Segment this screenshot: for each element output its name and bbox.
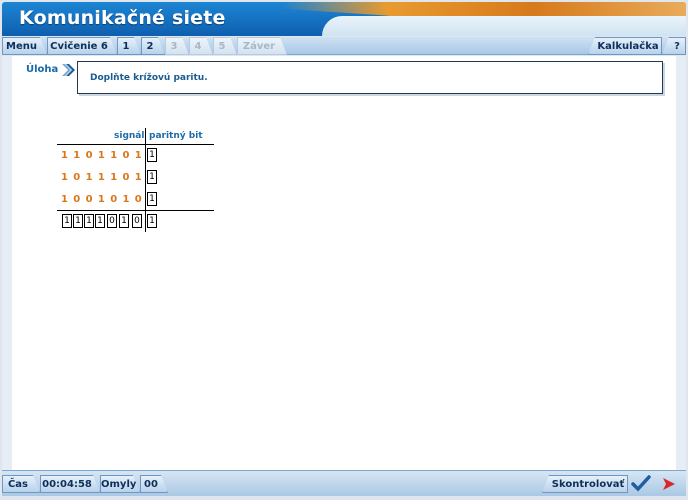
step-5-button[interactable]: 5 xyxy=(213,37,237,55)
bit: 1 xyxy=(97,194,105,205)
parity-header: paritný bit xyxy=(149,131,203,141)
exercise-button[interactable]: Cvičenie 6 xyxy=(47,37,117,55)
time-value: 00:04:58 xyxy=(40,475,100,493)
column-parity-input-6[interactable]: 1 xyxy=(119,214,129,228)
step-1-button[interactable]: 1 xyxy=(117,37,141,55)
step-2-button[interactable]: 2 xyxy=(141,37,165,55)
bit: 1 xyxy=(61,194,68,205)
task-box: Doplňte krížovú paritu. xyxy=(77,61,663,94)
chevron-right-icon xyxy=(62,64,75,76)
bit: 1 xyxy=(134,150,142,161)
bit: 0 xyxy=(85,194,93,205)
step-4-button[interactable]: 4 xyxy=(189,37,213,55)
errors-label: Omyly xyxy=(100,475,140,493)
title-band xyxy=(322,16,686,36)
bit: 1 xyxy=(134,172,142,183)
title-bar: Komunikačné siete xyxy=(2,2,686,36)
task-text: Doplňte krížovú paritu. xyxy=(90,73,208,83)
column-parity-input-1[interactable]: 1 xyxy=(62,214,72,228)
errors-value: 00 xyxy=(140,475,168,493)
bit: 0 xyxy=(73,194,81,205)
bit: 1 xyxy=(97,150,105,161)
column-parity-input-3[interactable]: 1 xyxy=(84,214,94,228)
bit: 1 xyxy=(61,172,68,183)
bit: 1 xyxy=(110,150,118,161)
corner-parity-input[interactable]: 1 xyxy=(147,214,157,228)
bit: 1 xyxy=(110,172,118,183)
checkmark-icon[interactable] xyxy=(630,475,652,493)
column-parity-input-7[interactable]: 0 xyxy=(132,214,142,228)
bit: 0 xyxy=(122,172,130,183)
help-button[interactable]: ? xyxy=(662,37,686,55)
nav-bar: Menu Cvičenie 6 1 2 3 4 5 Záver Kalkulač… xyxy=(2,37,686,55)
task-label: Úloha xyxy=(26,64,59,75)
bit: 0 xyxy=(110,194,118,205)
bit: 1 xyxy=(85,172,93,183)
bit: 1 xyxy=(61,150,68,161)
row-parity-input-1[interactable]: 1 xyxy=(147,148,157,162)
table-divider-bottom xyxy=(57,210,214,211)
next-arrow-icon[interactable] xyxy=(658,475,680,493)
bit: 1 xyxy=(122,194,130,205)
bit: 1 xyxy=(97,172,105,183)
bit: 1 xyxy=(73,150,81,161)
calculator-button[interactable]: Kalkulačka xyxy=(588,37,662,55)
signal-row-3: 1001010 xyxy=(61,194,147,205)
column-parity-input-5[interactable]: 0 xyxy=(107,214,117,228)
check-button[interactable]: Skontrolovať xyxy=(542,475,628,493)
column-parity-input-4[interactable]: 1 xyxy=(95,214,105,228)
content-area xyxy=(2,56,686,470)
conclusion-button[interactable]: Záver xyxy=(237,37,287,55)
bit: 0 xyxy=(122,150,130,161)
bit: 0 xyxy=(73,172,81,183)
time-label: Čas xyxy=(2,475,40,493)
signal-row-1: 1101101 xyxy=(61,150,147,161)
menu-button[interactable]: Menu xyxy=(2,37,47,55)
column-parity-input-2[interactable]: 1 xyxy=(73,214,83,228)
bit: 0 xyxy=(134,194,142,205)
bit: 0 xyxy=(85,150,93,161)
row-parity-input-3[interactable]: 1 xyxy=(147,192,157,206)
table-divider-top xyxy=(57,144,214,145)
app-title: Komunikačné siete xyxy=(19,7,226,29)
step-3-button[interactable]: 3 xyxy=(165,37,189,55)
signal-header: signál xyxy=(114,131,145,141)
signal-row-2: 1011101 xyxy=(61,172,147,183)
status-bar: Čas 00:04:58 Omyly 00 Skontrolovať xyxy=(2,470,686,496)
row-parity-input-2[interactable]: 1 xyxy=(147,170,157,184)
